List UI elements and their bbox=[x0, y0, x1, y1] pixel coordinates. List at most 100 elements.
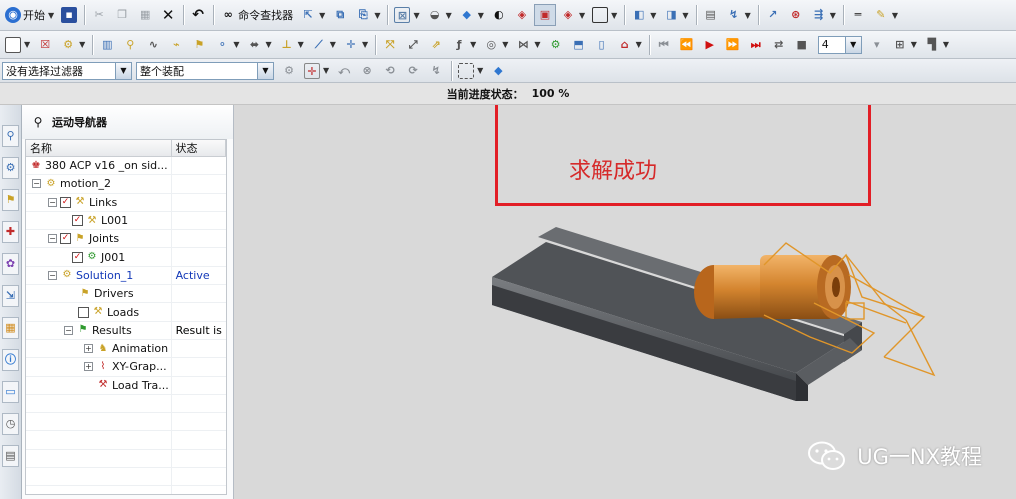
show-hide-button[interactable]: ◧ ▼ bbox=[628, 4, 659, 26]
torque-button[interactable]: ⤢ bbox=[402, 34, 424, 56]
rectangle-select-button[interactable]: ▼ bbox=[455, 60, 486, 82]
solve-button[interactable]: ⚙ bbox=[545, 34, 567, 56]
visibility-checkbox[interactable]: ✓ bbox=[60, 233, 71, 245]
layer-button[interactable]: ◨ ▼ bbox=[660, 4, 691, 26]
loop-button[interactable]: ⇄ bbox=[768, 34, 790, 56]
capture-button[interactable]: ▜ ▼ bbox=[921, 34, 952, 56]
reuse-library-tab[interactable]: ✿ bbox=[2, 253, 19, 275]
graph-button[interactable]: ⌂ ▼ bbox=[614, 34, 645, 56]
ruler-button[interactable]: ═ bbox=[847, 4, 869, 26]
tree-row-assembly[interactable]: ♚ 380 ACP v16 _on sid... bbox=[26, 157, 226, 176]
tree-row-link-l001[interactable]: ✓ ⚒ L001 bbox=[26, 211, 226, 231]
tree-row-links[interactable]: − ✓ ⚒ Links bbox=[26, 193, 226, 212]
function-button[interactable]: ƒ ▼ bbox=[448, 34, 479, 56]
measure-button[interactable]: ⊛ bbox=[785, 4, 807, 26]
start-menu-button[interactable]: ◉ 开始 ▼ bbox=[2, 4, 57, 26]
feedback-button[interactable]: ✎ ▼ bbox=[870, 4, 901, 26]
body-rule-button[interactable]: ⟲ bbox=[379, 60, 401, 82]
animation-speed-select[interactable]: 4 ▼ bbox=[817, 35, 862, 54]
clip-button[interactable]: ▣ bbox=[533, 4, 556, 26]
orient-view-button[interactable]: ◒ ▼ bbox=[424, 4, 455, 26]
pin-icon[interactable]: ⚲ bbox=[30, 114, 46, 130]
visibility-checkbox[interactable]: ✓ bbox=[60, 196, 71, 208]
analysis-button[interactable]: ⇶ ▼ bbox=[808, 4, 839, 26]
tree-row-results[interactable]: − ⚑ Results Result is bbox=[26, 321, 226, 340]
part-navigator-tab[interactable]: ⚑ bbox=[2, 189, 19, 211]
tree-row-xy-graph[interactable]: + ⌇ XY-Grap... bbox=[26, 358, 226, 377]
tree-row-motion[interactable]: − ⚙ motion_2 bbox=[26, 175, 226, 194]
background-button[interactable]: ▼ bbox=[589, 4, 620, 26]
environment-button[interactable]: ☒ bbox=[34, 34, 56, 56]
force-button[interactable]: ⤧ bbox=[379, 34, 401, 56]
fit-view-button[interactable]: ⊠ ▼ bbox=[391, 4, 422, 26]
collapse-icon[interactable]: − bbox=[64, 325, 73, 335]
speed-options-button[interactable]: ▾ bbox=[866, 34, 888, 56]
visibility-checkbox[interactable]: ✓ bbox=[72, 251, 83, 263]
system-materials-tab[interactable]: ▭ bbox=[2, 381, 19, 403]
component-rule-button[interactable]: ↯ bbox=[425, 60, 447, 82]
history-tab[interactable]: ⓘ bbox=[2, 349, 19, 371]
save-button[interactable]: ▪ bbox=[58, 4, 80, 26]
assembly-navigator-tab[interactable]: ⚲ bbox=[2, 125, 19, 147]
graphics-viewport[interactable]: 求解成功 UG一NX教程 bbox=[234, 105, 1016, 499]
copy-button[interactable]: ❐ bbox=[111, 4, 133, 26]
edit-section-button[interactable]: ◈ ▼ bbox=[557, 4, 588, 26]
section-button[interactable]: ◈ bbox=[511, 4, 533, 26]
undo-button[interactable]: ↶ bbox=[187, 4, 209, 26]
assemblies-button[interactable]: ▤ bbox=[700, 4, 722, 26]
collapse-icon[interactable]: − bbox=[48, 234, 57, 244]
solver-button[interactable]: ◎ ▼ bbox=[480, 34, 511, 56]
link-button[interactable]: ▥ bbox=[96, 34, 118, 56]
visibility-checkbox[interactable]: ✓ bbox=[72, 215, 83, 227]
selection-tools-button[interactable]: ⇱ ▼ bbox=[297, 4, 328, 26]
driver-button[interactable]: ⇗ bbox=[425, 34, 447, 56]
display-mode-button[interactable]: ◐ bbox=[488, 4, 510, 26]
column-header-state[interactable]: 状态 bbox=[172, 140, 226, 156]
master-model-button[interactable]: ⚙ ▼ bbox=[57, 34, 88, 56]
expand-icon[interactable]: + bbox=[84, 344, 93, 354]
fast-forward-button[interactable]: ⏭ bbox=[745, 34, 767, 56]
joint-button[interactable]: ⚲ bbox=[119, 34, 141, 56]
wave-button[interactable]: ↯ ▼ bbox=[723, 4, 754, 26]
collapse-icon[interactable]: − bbox=[48, 270, 57, 280]
paste-button[interactable]: ▦ bbox=[134, 4, 156, 26]
web-browser-tab[interactable]: ▦ bbox=[2, 317, 19, 339]
marker-button[interactable]: ✛ ▼ bbox=[340, 34, 371, 56]
tree-row-solution[interactable]: − ⚙ Solution_1 Active bbox=[26, 266, 226, 286]
export-button[interactable]: ⬒ bbox=[568, 34, 590, 56]
step-back-button[interactable]: ⏪ bbox=[676, 34, 698, 56]
sensor-button[interactable]: ⟋ ▼ bbox=[308, 34, 339, 56]
select-all-button[interactable]: ⚙ bbox=[278, 60, 300, 82]
tree-row-joint-j001[interactable]: ✓ ⚙ J001 bbox=[26, 248, 226, 267]
hd3d-tools-tab[interactable]: ⇲ bbox=[2, 285, 19, 307]
interference-button[interactable]: ⋈ ▼ bbox=[512, 34, 543, 56]
selection-filter-select[interactable]: 没有选择过滤器 ▼ bbox=[2, 61, 132, 80]
face-rule-button[interactable]: ⊗ bbox=[356, 60, 378, 82]
tree-row-loads[interactable]: ✓ ⚒ Loads bbox=[26, 303, 226, 322]
motion-navigator-tab[interactable]: ✚ bbox=[2, 221, 19, 243]
window-button[interactable]: ⧉ bbox=[329, 4, 351, 26]
collapse-icon[interactable]: − bbox=[32, 179, 41, 189]
assembly-scope-select[interactable]: 整个装配 ▼ bbox=[136, 61, 274, 80]
rewind-button[interactable]: ⏮ bbox=[653, 34, 675, 56]
stop-button[interactable]: ■ bbox=[791, 34, 813, 56]
coupler-button[interactable]: ⬌ ▼ bbox=[243, 34, 274, 56]
roles-tab[interactable]: ▤ bbox=[2, 445, 19, 467]
delete-button[interactable]: ✕ bbox=[157, 4, 179, 26]
column-header-name[interactable]: 名称 bbox=[26, 140, 172, 156]
expand-icon[interactable]: + bbox=[84, 362, 93, 372]
curve-rule-button[interactable]: ⤺ bbox=[333, 60, 355, 82]
tree-row-drivers[interactable]: ⚑ Drivers bbox=[26, 285, 226, 304]
command-finder-button[interactable]: ∞ 命令查找器 bbox=[217, 4, 296, 26]
cut-button[interactable]: ✂ bbox=[88, 4, 110, 26]
tree-row-joints[interactable]: − ✓ ⚑ Joints bbox=[26, 230, 226, 249]
render-style-button[interactable]: ◆ ▼ bbox=[456, 4, 487, 26]
snap-point-button[interactable]: ✛ ▼ bbox=[301, 60, 332, 82]
bushing-button[interactable]: ⚑ bbox=[188, 34, 210, 56]
report-button[interactable]: ▯ bbox=[591, 34, 613, 56]
snap-button[interactable]: ↗ bbox=[762, 4, 784, 26]
contact-button[interactable]: ⚬ ▼ bbox=[211, 34, 242, 56]
tools-button[interactable]: ⎘ ▼ bbox=[352, 4, 383, 26]
step-forward-button[interactable]: ⏩ bbox=[722, 34, 744, 56]
tree-row-load-transfer[interactable]: ⚒ Load Tra... bbox=[26, 376, 226, 395]
